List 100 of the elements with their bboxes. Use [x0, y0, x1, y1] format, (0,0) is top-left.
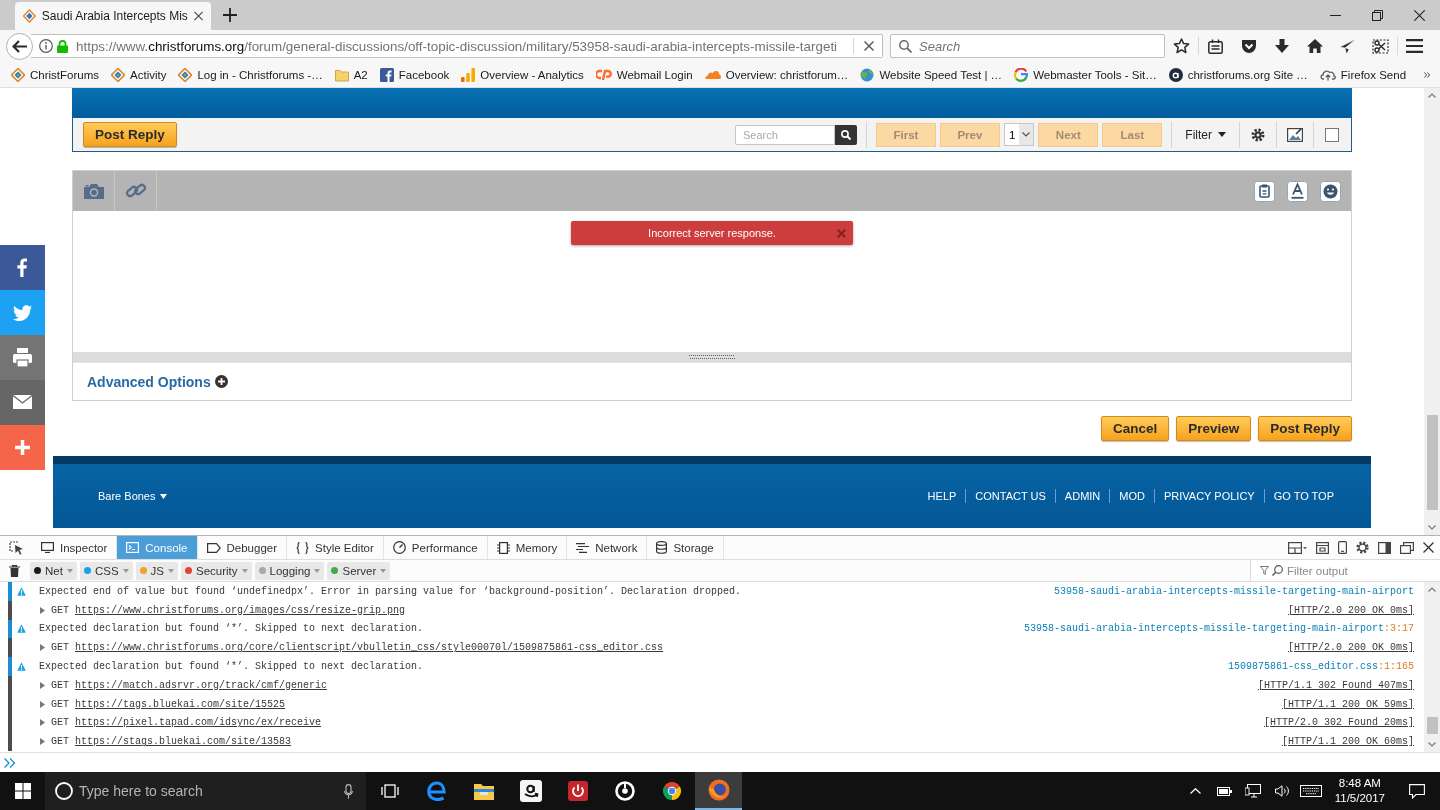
- filter-button[interactable]: Security: [181, 561, 252, 580]
- devtools-tab[interactable]: Style Editor: [287, 536, 384, 559]
- clipboard-icon[interactable]: [1254, 180, 1275, 202]
- bookmark-item[interactable]: Log in - Christforums -…: [176, 67, 325, 82]
- filter-button[interactable]: JS: [135, 561, 178, 580]
- expand-triangle-icon[interactable]: [40, 681, 45, 689]
- request-url[interactable]: https://stags.bluekai.com/site/13583: [75, 736, 292, 748]
- twitter-share-icon[interactable]: [0, 290, 45, 335]
- windows-logo-icon[interactable]: [14, 783, 31, 799]
- form-action-button[interactable]: Post Reply: [1258, 416, 1352, 441]
- request-status[interactable]: [HTTP/2.0 302 Found 20ms]: [1263, 717, 1414, 729]
- gear-icon[interactable]: [1251, 127, 1265, 142]
- close-icon[interactable]: [1413, 9, 1425, 21]
- home-icon[interactable]: [1306, 39, 1323, 53]
- request-status[interactable]: [HTTP/1.1 200 OK 59ms]: [1281, 698, 1414, 710]
- chevron-up-icon[interactable]: [1189, 788, 1201, 794]
- bookmark-item[interactable]: Activity: [109, 67, 169, 82]
- request-status[interactable]: [HTTP/2.0 200 OK 0ms]: [1287, 604, 1414, 616]
- clear-icon[interactable]: [864, 41, 874, 51]
- bookmark-item[interactable]: Webmaster Tools - Sit…: [1012, 67, 1159, 82]
- frame-icon[interactable]: [1316, 541, 1329, 554]
- element-picker-icon[interactable]: [8, 540, 24, 555]
- bookmark-item[interactable]: Website Speed Test | …: [858, 67, 1005, 82]
- image-edit-icon[interactable]: [1287, 127, 1303, 142]
- select-all-checkbox[interactable]: [1325, 127, 1339, 142]
- footer-link[interactable]: ADMIN: [1054, 489, 1110, 503]
- search-field[interactable]: Search: [734, 124, 835, 145]
- devtools-tab[interactable]: Memory: [487, 536, 568, 559]
- new-tab-icon[interactable]: [223, 8, 237, 22]
- dock-side-icon[interactable]: [1378, 541, 1391, 554]
- request-status[interactable]: [HTTP/2.0 200 OK 0ms]: [1287, 642, 1414, 654]
- scroll-thumb[interactable]: [1426, 415, 1438, 510]
- facebook-share-icon[interactable]: [0, 245, 45, 290]
- windows-stack-icon[interactable]: [1400, 541, 1414, 554]
- source-link[interactable]: 53958-saudi-arabia-intercepts-missile-targeting-main-airport: [1053, 585, 1414, 597]
- bookmark-item[interactable]: A2: [332, 67, 370, 82]
- keyboard-icon[interactable]: [1300, 785, 1323, 797]
- bookmark-item[interactable]: Facebook: [377, 67, 452, 82]
- footer-link[interactable]: CONTACT US: [965, 489, 1055, 503]
- double-chevron-icon[interactable]: [1424, 70, 1430, 79]
- back-button[interactable]: [6, 32, 33, 60]
- footer-link[interactable]: GO TO TOP: [1263, 489, 1343, 503]
- expand-triangle-icon[interactable]: [40, 738, 45, 746]
- expand-triangle-icon[interactable]: [40, 719, 45, 727]
- info-icon[interactable]: [39, 39, 53, 53]
- browser-tab[interactable]: Saudi Arabia Intercepts Mis: [15, 2, 211, 30]
- form-action-button[interactable]: Cancel: [1100, 416, 1170, 441]
- request-status[interactable]: [HTTP/1.1 200 OK 60ms]: [1281, 736, 1414, 748]
- advanced-options-link[interactable]: Advanced Options: [87, 373, 228, 390]
- expand-triangle-icon[interactable]: [40, 606, 45, 614]
- form-action-button[interactable]: Preview: [1176, 416, 1252, 441]
- expand-triangle-icon[interactable]: [40, 644, 45, 652]
- console-scrollbar[interactable]: [1424, 582, 1440, 752]
- post-reply-button[interactable]: Post Reply: [83, 122, 177, 147]
- search-field[interactable]: Search: [890, 34, 1165, 58]
- scroll-up-icon[interactable]: [1428, 587, 1436, 592]
- bookmark-item[interactable]: Firefox Send: [1317, 68, 1409, 81]
- devtools-tab[interactable]: Performance: [383, 536, 488, 559]
- scroll-down-icon[interactable]: [1428, 525, 1436, 530]
- search-button[interactable]: [834, 124, 857, 145]
- scroll-thumb[interactable]: [1426, 717, 1438, 734]
- split-layout-icon[interactable]: [1288, 541, 1307, 554]
- speaker-icon[interactable]: [1274, 785, 1290, 797]
- request-url[interactable]: https://tags.bluekai.com/site/15525: [75, 698, 286, 710]
- taskbar-search-field[interactable]: Type here to search: [45, 772, 366, 810]
- devtools-tab[interactable]: Network: [567, 536, 648, 559]
- notification-icon[interactable]: [1409, 783, 1425, 799]
- scroll-up-icon[interactable]: [1428, 93, 1436, 98]
- filter-button[interactable]: Logging: [254, 561, 325, 580]
- footer-link[interactable]: HELP: [918, 489, 966, 503]
- bookmark-item[interactable]: ChristForums: [9, 67, 101, 82]
- request-url[interactable]: https://www.christforums.org/images/css/resize-grip.png: [75, 604, 406, 616]
- filter-button[interactable]: CSS: [79, 561, 133, 580]
- devtools-tab[interactable]: Debugger: [197, 536, 288, 559]
- phone-icon[interactable]: [1338, 541, 1347, 554]
- task-view-icon[interactable]: [380, 784, 399, 798]
- shield-chevron-icon[interactable]: [1240, 38, 1257, 54]
- address-bar[interactable]: https://www.christforums.org/forum/general-discussions/off-topic-discussion/military/53958-saudi-arabia-intercepts-missile-targeti: [31, 34, 883, 58]
- monitor-network-icon[interactable]: [1245, 784, 1262, 798]
- close-icon[interactable]: [1423, 542, 1434, 553]
- bookmark-item[interactable]: Webmail Login: [593, 68, 695, 81]
- settings-icon[interactable]: [1356, 541, 1369, 554]
- request-status[interactable]: [HTTP/1.1 302 Found 407ms]: [1257, 679, 1414, 691]
- text-format-icon[interactable]: [1287, 180, 1308, 202]
- source-link[interactable]: 53958-saudi-arabia-intercepts-missile-targeting-main-airport:3:17: [1023, 623, 1414, 635]
- style-selector[interactable]: Bare Bones: [98, 490, 168, 502]
- expand-triangle-icon[interactable]: [40, 700, 45, 708]
- menu-icon[interactable]: [1406, 39, 1423, 53]
- footer-link[interactable]: MOD: [1109, 489, 1154, 503]
- microphone-icon[interactable]: [344, 783, 353, 799]
- bookmark-star-icon[interactable]: [1173, 38, 1190, 54]
- filter-dropdown[interactable]: Filter: [1181, 127, 1230, 142]
- page-scrollbar[interactable]: [1424, 88, 1440, 535]
- request-url[interactable]: https://match.adsrvr.org/track/cmf/generic: [75, 679, 328, 691]
- library-list-icon[interactable]: [1208, 38, 1223, 54]
- restore-icon[interactable]: [1371, 9, 1383, 21]
- filter-button[interactable]: Server: [327, 561, 391, 580]
- plus-share-icon[interactable]: [0, 425, 45, 470]
- page-select[interactable]: 1: [1003, 123, 1035, 146]
- footer-link[interactable]: PRIVACY POLICY: [1154, 489, 1264, 503]
